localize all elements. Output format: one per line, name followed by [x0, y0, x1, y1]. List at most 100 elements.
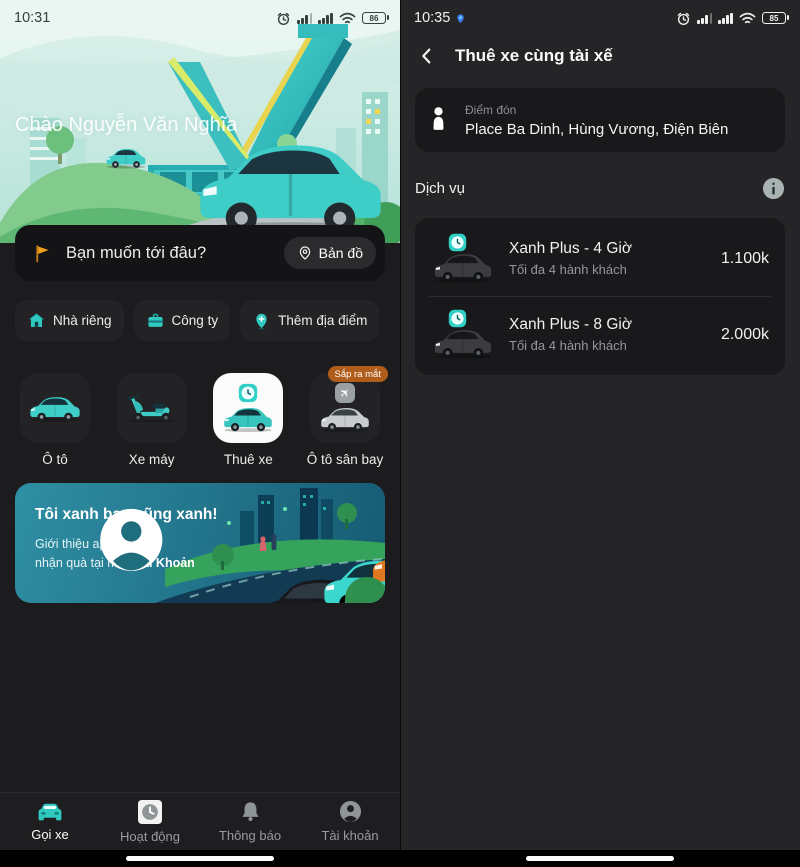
destination-search-bar[interactable]: Bạn muốn tới đâu? Bản đồ	[15, 225, 385, 281]
clock-time: 10:31	[14, 10, 50, 26]
clock-badge-icon	[238, 383, 258, 403]
home-indicator[interactable]	[526, 856, 674, 861]
person-icon	[339, 800, 362, 823]
history-clock-icon	[138, 800, 162, 824]
page-header: Thuê xe cùng tài xế	[400, 38, 800, 74]
location-active-icon	[455, 13, 466, 24]
clock-badge-icon	[448, 309, 467, 328]
battery-percent: 86	[370, 14, 379, 23]
service-label: Thuê xe	[224, 452, 273, 467]
option-name: Xanh Plus - 8 Giờ	[509, 316, 707, 334]
info-icon[interactable]	[762, 177, 785, 200]
battery-icon: 85	[762, 12, 786, 25]
hero-illustration: 10:31 86 Chào Nguyễn Văn Nghĩa	[0, 0, 400, 243]
battery-percent: 85	[770, 14, 779, 23]
service-label: Ô tô sân bay	[307, 452, 384, 467]
service-airport[interactable]: Sắp ra mắt ✈ Ô tô sân bay	[308, 373, 382, 467]
add-location-icon	[252, 311, 271, 330]
plane-badge-icon: ✈	[335, 383, 355, 403]
signal-icon-2	[318, 13, 333, 24]
car-icon	[27, 393, 83, 423]
chip-work[interactable]: Công ty	[134, 300, 231, 341]
chip-label: Công ty	[172, 313, 219, 328]
service-car[interactable]: Ô tô	[18, 373, 92, 467]
map-button-label: Bản đồ	[319, 245, 363, 261]
bottom-nav: Gọi xe Hoạt động Thông báo	[0, 792, 400, 850]
gesture-bar-area	[400, 850, 800, 867]
signal-icon	[697, 13, 712, 24]
service-bike[interactable]: Xe máy	[115, 373, 189, 467]
car-front-icon	[36, 802, 64, 822]
search-placeholder: Bạn muốn tới đâu?	[66, 244, 284, 263]
service-label: Xe máy	[129, 452, 175, 467]
car-icon	[431, 326, 495, 359]
gesture-bar-area	[0, 850, 400, 867]
services-section-header: Dịch vụ	[415, 177, 785, 200]
map-button[interactable]: Bản đồ	[284, 237, 376, 269]
scooter-icon	[124, 392, 180, 424]
clock-time: 10:35	[414, 10, 466, 26]
signal-icon	[297, 13, 312, 24]
back-icon[interactable]	[416, 45, 438, 67]
status-bar: 10:35 85	[400, 6, 800, 30]
alarm-icon	[276, 11, 291, 26]
flag-icon	[32, 243, 53, 264]
option-capacity: Tối đa 4 hành khách	[509, 262, 707, 277]
chip-label: Thêm địa điểm	[278, 313, 367, 328]
phone-screenshot: 10:31 86 Chào Nguyễn Văn Nghĩa	[0, 0, 800, 867]
chip-add-place[interactable]: Thêm địa điểm	[240, 300, 379, 341]
option-name: Xanh Plus - 4 Giờ	[509, 240, 707, 258]
promo-subtitle: Giới thiệu app xanh nhận quà tại mục Tài…	[35, 535, 218, 574]
greeting-text: Chào Nguyễn Văn Nghĩa	[15, 114, 237, 137]
clock-badge-icon	[448, 233, 467, 252]
option-capacity: Tối đa 4 hành khách	[509, 338, 707, 353]
wifi-icon	[739, 12, 756, 25]
pickup-pin-icon	[431, 107, 446, 134]
nav-account[interactable]: Tài khoản	[300, 793, 400, 850]
coming-soon-badge: Sắp ra mắt	[328, 366, 388, 382]
option-xanh-plus-4h[interactable]: Xanh Plus - 4 Giờ Tối đa 4 hành khách 1.…	[415, 221, 785, 296]
service-tiles-row: Ô tô Xe máy	[18, 373, 382, 467]
bell-icon	[239, 800, 262, 823]
home-screen: 10:31 86 Chào Nguyễn Văn Nghĩa	[0, 0, 400, 867]
rental-options-card: Xanh Plus - 4 Giờ Tối đa 4 hành khách 1.…	[415, 218, 785, 375]
promo-text: Tôi xanh bạn cũng xanh! Giới thiệu app x…	[35, 506, 218, 574]
briefcase-icon	[146, 311, 165, 330]
chip-home[interactable]: Nhà riêng	[15, 300, 124, 341]
nav-notifications[interactable]: Thông báo	[200, 793, 300, 850]
page-title: Thuê xe cùng tài xế	[455, 46, 613, 66]
nav-activity[interactable]: Hoạt động	[100, 793, 200, 850]
battery-icon: 86	[362, 12, 386, 25]
account-icon	[40, 506, 223, 574]
car-icon	[318, 404, 372, 433]
car-icon	[221, 404, 275, 433]
nav-label: Thông báo	[219, 828, 281, 843]
map-pin-icon	[297, 245, 313, 261]
chip-label: Nhà riêng	[53, 313, 112, 328]
wifi-icon	[339, 12, 356, 25]
pickup-location-card[interactable]: Điểm đón Place Ba Dinh, Hùng Vương, Điện…	[415, 88, 785, 152]
pickup-label: Điểm đón	[465, 103, 728, 117]
nav-label: Gọi xe	[31, 827, 69, 842]
nav-label: Tài khoản	[321, 828, 378, 843]
option-vehicle	[431, 308, 495, 362]
rental-screen: 10:35 85	[400, 0, 800, 867]
saved-places-row: Nhà riêng Công ty Thêm địa điểm	[15, 300, 387, 341]
service-rental[interactable]: Thuê xe	[211, 373, 285, 467]
referral-banner[interactable]: Tôi xanh bạn cũng xanh! Giới thiệu app x…	[15, 483, 385, 603]
option-price: 2.000k	[721, 326, 769, 344]
nav-ride[interactable]: Gọi xe	[0, 793, 100, 850]
service-label: Ô tô	[42, 452, 68, 467]
home-indicator[interactable]	[126, 856, 274, 861]
pickup-address: Place Ba Dinh, Hùng Vương, Điện Biên	[465, 121, 728, 138]
option-price: 1.100k	[721, 250, 769, 268]
status-bar: 10:31 86	[0, 6, 400, 30]
signal-icon-2	[718, 13, 733, 24]
option-vehicle	[431, 232, 495, 286]
option-xanh-plus-8h[interactable]: Xanh Plus - 8 Giờ Tối đa 4 hành khách 2.…	[415, 297, 785, 372]
nav-label: Hoạt động	[120, 829, 180, 844]
house-icon	[27, 311, 46, 330]
car-icon	[431, 250, 495, 283]
alarm-icon	[676, 11, 691, 26]
section-title: Dịch vụ	[415, 180, 465, 197]
